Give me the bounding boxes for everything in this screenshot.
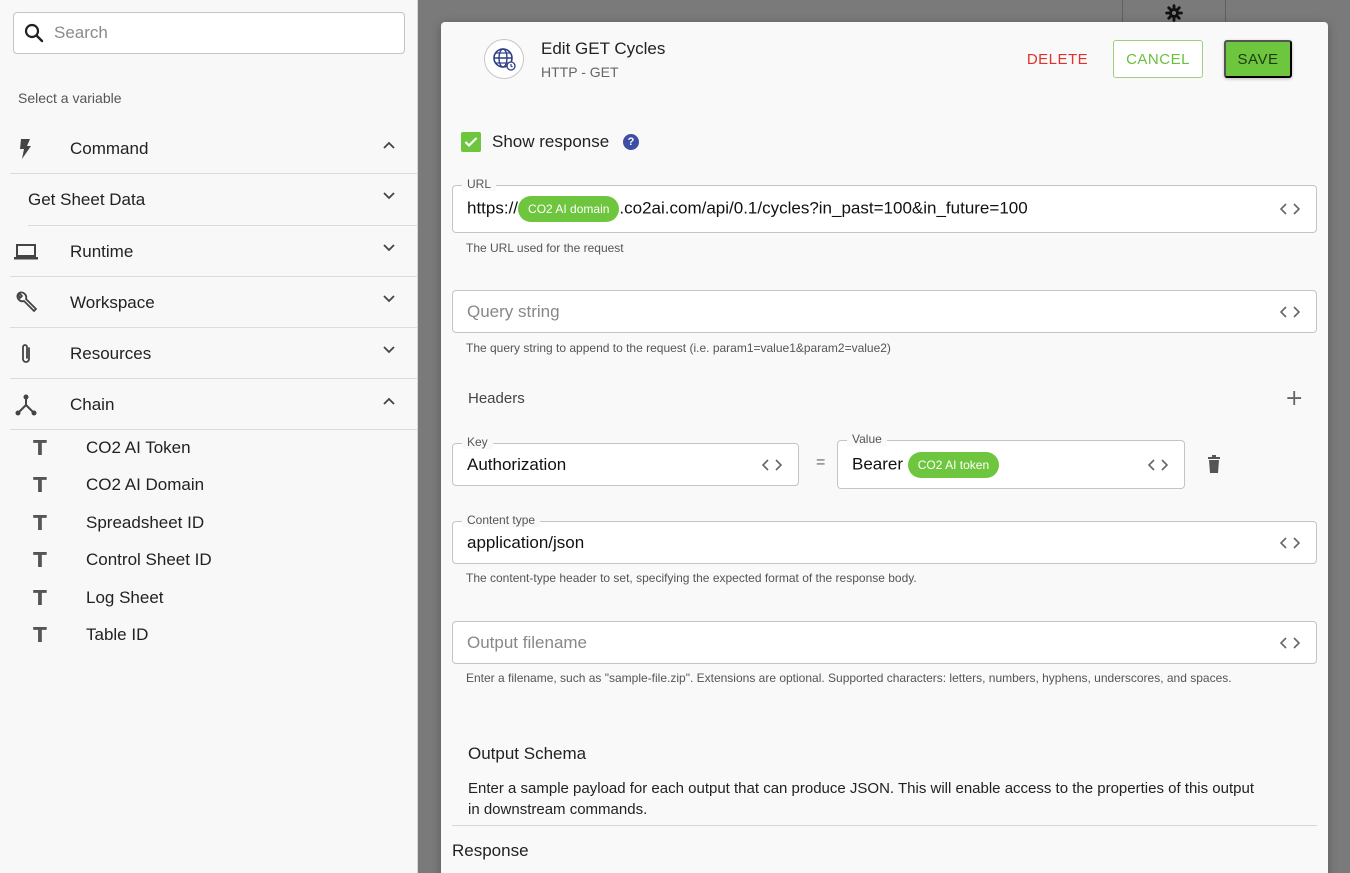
laptop-icon xyxy=(12,238,40,266)
content-type-value: application/json xyxy=(467,532,585,552)
chevron-down-icon[interactable] xyxy=(383,192,395,200)
text-type-icon: T xyxy=(33,548,47,572)
url-helper-text: The URL used for the request xyxy=(466,241,624,255)
delete-button[interactable]: DELETE xyxy=(1016,40,1099,78)
text-type-icon: T xyxy=(33,511,47,535)
gear-icon[interactable] xyxy=(1163,4,1185,22)
text-type-icon: T xyxy=(33,436,47,460)
code-toggle-icon[interactable] xyxy=(1280,536,1300,550)
show-response-label: Show response xyxy=(492,132,610,151)
text-type-icon: T xyxy=(33,586,47,610)
wrench-icon xyxy=(12,289,40,317)
save-button[interactable]: SAVE xyxy=(1224,40,1292,78)
group-label: Chain xyxy=(70,394,115,414)
chain-icon xyxy=(12,391,40,419)
lightning-icon xyxy=(12,135,40,163)
chevron-down-icon[interactable] xyxy=(383,346,395,354)
paperclip-icon xyxy=(12,340,40,368)
query-string-input[interactable]: Query string xyxy=(452,290,1317,333)
variable-label: Spreadsheet ID xyxy=(86,513,205,532)
url-value: https://CO2 AI domain .co2ai.com/api/0.1/… xyxy=(467,196,1028,222)
text-type-icon: T xyxy=(33,623,47,647)
co2-ai-token-chip[interactable]: CO2 AI token xyxy=(907,451,1000,478)
header-key-input[interactable]: Key Authorization xyxy=(452,435,799,486)
modal-subtitle: HTTP - GET xyxy=(541,64,619,80)
co2-ai-domain-chip[interactable]: CO2 AI domain xyxy=(518,196,620,222)
query-string-helper-text: The query string to append to the reques… xyxy=(466,341,891,355)
search-icon xyxy=(24,23,44,43)
variable-label: CO2 AI Token xyxy=(86,438,191,457)
chain-item-co2-ai-token[interactable]: T CO2 AI Token xyxy=(30,430,190,466)
output-filename-helper-text: Enter a filename, such as "sample-file.z… xyxy=(466,671,1232,685)
content-type-input[interactable]: Content type application/json xyxy=(452,513,1317,564)
chevron-down-icon[interactable] xyxy=(383,244,395,252)
group-label: Get Sheet Data xyxy=(28,190,146,209)
group-workspace[interactable]: Workspace xyxy=(10,278,417,328)
headers-label: Headers xyxy=(468,390,525,407)
trash-icon[interactable] xyxy=(1207,455,1221,473)
group-label: Resources xyxy=(70,343,152,363)
variable-label: Log Sheet xyxy=(86,588,164,607)
text-type-icon: T xyxy=(33,473,47,497)
output-schema-description: Enter a sample payload for each output t… xyxy=(468,780,1255,818)
code-toggle-icon[interactable] xyxy=(1280,636,1300,650)
output-filename-input[interactable]: Output filename xyxy=(452,621,1317,664)
chevron-up-icon[interactable] xyxy=(383,397,395,405)
header-key-label: Key xyxy=(462,435,493,449)
header-key-value: Authorization xyxy=(467,454,567,474)
edit-command-modal: Edit GET Cycles HTTP - GET DELETE CANCEL… xyxy=(441,22,1328,873)
equals-sign: = xyxy=(816,454,826,471)
variable-sidebar: Search Select a variable Command Get She… xyxy=(0,0,418,873)
show-response-checkbox[interactable] xyxy=(461,132,481,152)
header-value-prefix: Bearer xyxy=(852,453,904,473)
select-variable-label: Select a variable xyxy=(18,90,122,106)
chain-item-control-sheet-id[interactable]: T Control Sheet ID xyxy=(30,542,212,578)
code-toggle-icon[interactable] xyxy=(1280,305,1300,319)
group-label: Workspace xyxy=(70,292,155,312)
variable-label: CO2 AI Domain xyxy=(86,475,205,494)
group-resources[interactable]: Resources xyxy=(10,329,417,379)
chain-item-log-sheet[interactable]: T Log Sheet xyxy=(30,580,163,616)
output-filename-placeholder: Output filename xyxy=(467,632,588,652)
help-icon[interactable]: ? xyxy=(623,134,639,150)
cancel-button[interactable]: CANCEL xyxy=(1113,40,1203,78)
url-field[interactable]: URL https://CO2 AI domain .co2ai.com/api/… xyxy=(452,177,1317,233)
response-section-label[interactable]: Response xyxy=(452,841,529,861)
group-command[interactable]: Command xyxy=(10,124,417,174)
variable-label: Control Sheet ID xyxy=(86,550,212,569)
search-input[interactable]: Search xyxy=(13,12,405,54)
header-value-label: Value xyxy=(847,432,887,446)
search-placeholder: Search xyxy=(54,23,108,42)
code-toggle-icon[interactable] xyxy=(1148,458,1168,472)
group-get-sheet-data[interactable]: Get Sheet Data xyxy=(10,175,417,225)
modal-title: Edit GET Cycles xyxy=(541,39,666,58)
code-toggle-icon[interactable] xyxy=(762,458,782,472)
variable-label: Table ID xyxy=(86,625,149,644)
query-string-placeholder: Query string xyxy=(467,301,560,321)
group-runtime[interactable]: Runtime xyxy=(10,227,417,277)
chain-item-spreadsheet-id[interactable]: T Spreadsheet ID xyxy=(30,505,204,541)
divider xyxy=(452,825,1317,826)
content-type-helper-text: The content-type header to set, specifyi… xyxy=(466,571,917,585)
divider xyxy=(28,225,417,226)
group-chain[interactable]: Chain xyxy=(10,380,417,430)
chevron-up-icon[interactable] xyxy=(383,141,395,149)
code-toggle-icon[interactable] xyxy=(1280,202,1300,216)
add-header-icon[interactable]: + xyxy=(1285,386,1303,411)
chevron-down-icon[interactable] xyxy=(383,295,395,303)
url-field-label: URL xyxy=(462,177,497,191)
globe-icon xyxy=(484,39,524,79)
chain-item-co2-ai-domain[interactable]: T CO2 AI Domain xyxy=(30,467,204,503)
group-label: Command xyxy=(70,138,149,158)
group-label: Runtime xyxy=(70,241,134,261)
chain-item-table-id[interactable]: T Table ID xyxy=(30,617,148,653)
content-type-label: Content type xyxy=(462,513,541,527)
url-prefix: https:// xyxy=(467,198,519,218)
header-value-input[interactable]: Value Bearer CO2 AI token xyxy=(837,432,1185,489)
url-suffix: .co2ai.com/api/0.1/cycles?in_past=100&in… xyxy=(619,198,1028,218)
checkmark-icon xyxy=(464,137,478,148)
output-schema-title: Output Schema xyxy=(468,744,587,763)
header-value: Bearer CO2 AI token xyxy=(852,451,1000,478)
